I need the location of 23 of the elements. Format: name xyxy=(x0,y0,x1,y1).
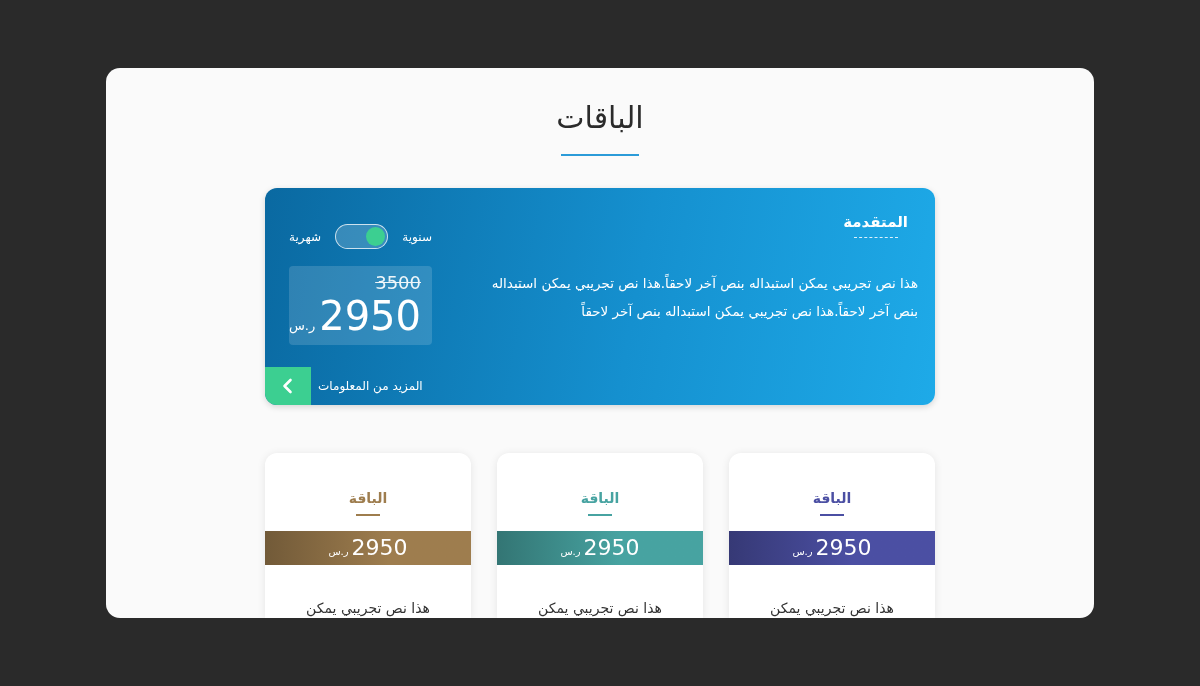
old-price: 3500 xyxy=(375,272,421,294)
period-label: شهرية xyxy=(289,228,321,245)
period-toggle[interactable] xyxy=(335,224,389,249)
plan-description: هذا نص تجريبي يمكن xyxy=(538,598,662,617)
price: 2950 xyxy=(815,533,872,562)
more-info-link[interactable]: المزيد من المعلومات xyxy=(265,367,423,405)
plan-description: هذا نص تجريبي يمكن xyxy=(306,598,430,617)
page-title: الباقات xyxy=(556,99,644,137)
plan-title: الباقة xyxy=(580,489,620,507)
price: 2950 xyxy=(351,533,408,562)
currency: ر.س xyxy=(288,318,316,333)
period-label: سنوية xyxy=(402,228,432,245)
price: 2950 xyxy=(583,533,640,562)
price: 2950 xyxy=(319,294,421,338)
plan-title: الباقة xyxy=(348,489,388,507)
plan-title: الباقة xyxy=(812,489,852,507)
plan-description: هذا نص تجريبي يمكن xyxy=(770,598,894,617)
currency: ر.س xyxy=(560,545,581,557)
currency: ر.س xyxy=(792,545,813,557)
plan-title: المتقدمة xyxy=(843,212,908,232)
currency: ر.س xyxy=(328,545,349,557)
plan-description: هذا نص تجريبي يمكن استبداله بنص آخر لاحقاً.هذا نص تجريبي يمكن استبداله بنص آخر لاحقاً.هذا نص تجريبي يمكن استبداله بنص آخر لاحقاً xyxy=(490,273,918,322)
chevron-left-icon xyxy=(265,367,311,405)
